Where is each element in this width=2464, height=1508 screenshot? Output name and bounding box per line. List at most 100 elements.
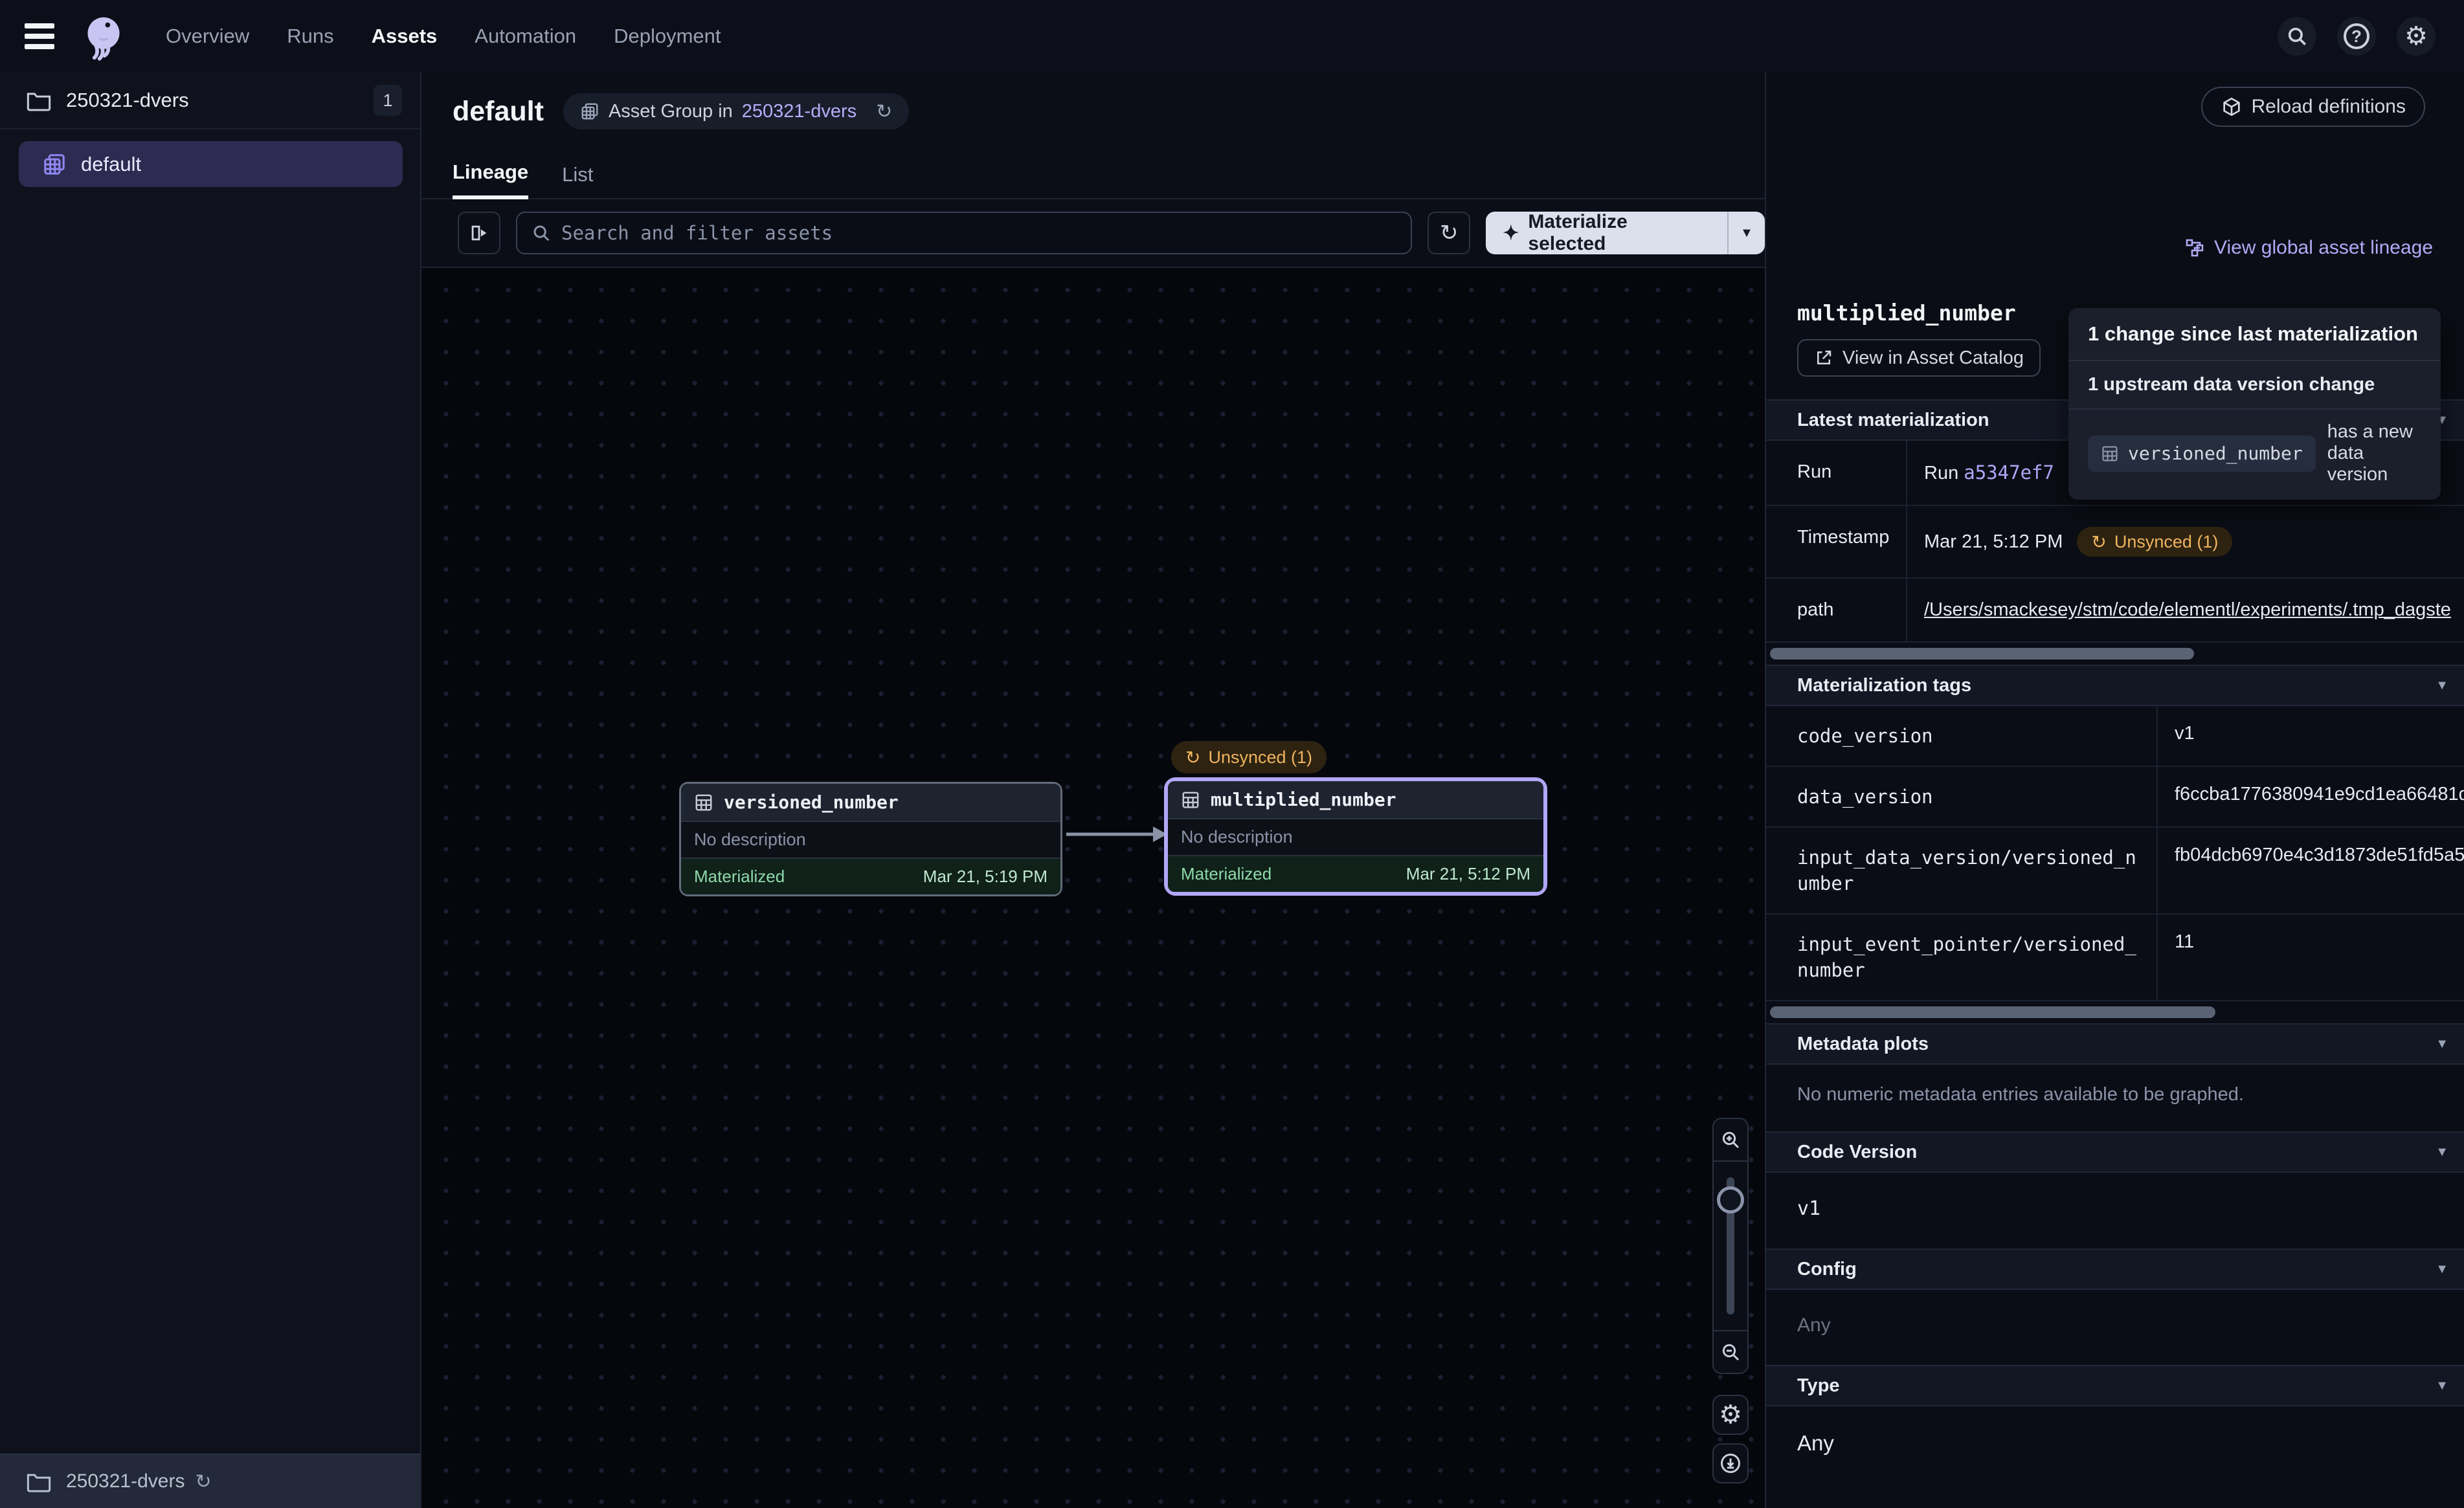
section-code-version[interactable]: Code Version ▼ (1766, 1131, 2464, 1173)
view-global-asset-lineage-link[interactable]: View global asset lineage (2184, 237, 2433, 259)
table-row: code_version v1 (1766, 706, 2464, 767)
asset-detail-panel: Reload definitions View global asset lin… (1765, 72, 2464, 1508)
materialize-split-button: ✦ Materialize selected ▼ (1486, 212, 1765, 254)
folder-icon (26, 1470, 52, 1492)
zoom-controls (1712, 1118, 1749, 1374)
asset-groups-sidebar: 250321-dvers 1 default 250321-dvers ↻ (0, 72, 421, 1508)
help-icon[interactable]: ? (2337, 17, 2376, 56)
table-icon (1181, 790, 1200, 810)
badge-prefix: Asset Group in (609, 101, 733, 122)
row-value: v1 (2158, 706, 2464, 766)
nav-overview[interactable]: Overview (166, 25, 249, 48)
node-description: No description (1168, 819, 1543, 856)
section-title: Config (1797, 1259, 1857, 1280)
section-title: Type (1797, 1375, 1840, 1397)
node-status: Materialized (694, 867, 785, 887)
caret-down-icon: ▼ (1740, 226, 1753, 241)
view-global-asset-lineage-label: View global asset lineage (2214, 237, 2433, 259)
collapse-panel-icon[interactable] (458, 212, 500, 254)
section-config[interactable]: Config ▼ (1766, 1248, 2464, 1290)
path-link[interactable]: /Users/smackesey/stm/code/elementl/exper… (1924, 599, 2451, 620)
sidebar-group-count-badge: 1 (374, 85, 402, 116)
refresh-glyph: ↻ (1440, 220, 1459, 246)
asset-node-versioned-number[interactable]: versioned_number No description Material… (679, 782, 1062, 896)
section-type[interactable]: Type ▼ (1766, 1365, 2464, 1406)
code-version-value: v1 (1766, 1173, 2464, 1248)
table-row: Timestamp Mar 21, 5:12 PM ↻ Unsynced (1) (1766, 506, 2464, 579)
horizontal-scrollbar (1766, 1001, 2464, 1023)
changes-tooltip: 1 change since last materialization 1 up… (2068, 308, 2441, 500)
sidebar-footer: 250321-dvers ↻ (0, 1454, 420, 1508)
node-status-row: Materialized Mar 21, 5:12 PM (1168, 856, 1543, 892)
section-title: Materialization tags (1797, 675, 1971, 696)
sync-icon: ↻ (2091, 531, 2106, 553)
node-timestamp: Mar 21, 5:19 PM (923, 867, 1047, 887)
topnav-actions: ? ⚙ (2278, 17, 2436, 56)
sparkle-icon: ✦ (1503, 222, 1519, 245)
row-key: input_event_pointer/versioned_number (1766, 915, 2158, 1000)
question-glyph: ? (2344, 23, 2369, 49)
nav-automation[interactable]: Automation (475, 25, 576, 48)
section-materialization-tags[interactable]: Materialization tags ▼ (1766, 665, 2464, 706)
view-in-asset-catalog-button[interactable]: View in Asset Catalog (1797, 339, 2041, 377)
graph-settings-gear-icon[interactable]: ⚙ (1712, 1395, 1749, 1435)
nav-deployment[interactable]: Deployment (614, 25, 721, 48)
sidebar-group-label: 250321-dvers (66, 89, 189, 112)
run-text: Run (1924, 463, 1958, 483)
row-key: Timestamp (1766, 506, 1907, 577)
nav-assets[interactable]: Assets (372, 25, 438, 48)
chevron-down-icon: ▼ (2436, 1145, 2448, 1160)
zoom-in-icon[interactable] (1714, 1119, 1747, 1162)
lineage-toolbar: ↻ ✦ Materialize selected ▼ (421, 199, 1765, 268)
unsynced-badge: ↻ Unsynced (1) (2077, 527, 2232, 557)
materialize-dropdown-button[interactable]: ▼ (1727, 212, 1765, 254)
menu-icon[interactable] (25, 23, 54, 49)
run-id-link[interactable]: a5347ef7 (1964, 461, 2054, 483)
gear-glyph: ⚙ (1719, 1402, 1742, 1428)
table-row: input_event_pointer/versioned_number 11 (1766, 915, 2464, 1001)
sidebar-group-row[interactable]: 250321-dvers 1 (0, 72, 420, 129)
refresh-graph-icon[interactable]: ↻ (1428, 212, 1470, 254)
sidebar-item-label: default (81, 153, 141, 176)
asset-group-icon (580, 102, 599, 121)
section-title: Code Version (1797, 1142, 1917, 1163)
reload-definitions-button[interactable]: Reload definitions (2201, 87, 2426, 127)
zoom-out-icon[interactable] (1714, 1330, 1747, 1373)
node-description: No description (681, 822, 1060, 859)
view-tabs: Lineage List (421, 150, 1765, 199)
scrollbar-thumb[interactable] (1770, 1006, 2215, 1018)
row-key: path (1766, 579, 1907, 641)
tab-lineage[interactable]: Lineage (453, 161, 528, 199)
refresh-icon[interactable]: ↻ (195, 1470, 211, 1493)
nav-runs[interactable]: Runs (287, 25, 333, 48)
settings-gear-icon[interactable]: ⚙ (2397, 17, 2436, 56)
timestamp-value: Mar 21, 5:12 PM (1924, 531, 2063, 553)
row-value: Mar 21, 5:12 PM ↻ Unsynced (1) (1907, 506, 2464, 577)
page-header: default Asset Group in 250321-dvers ↻ (421, 72, 1765, 150)
row-key: input_data_version/versioned_number (1766, 828, 2158, 913)
chevron-down-icon: ▼ (2436, 1037, 2448, 1052)
row-value: f6ccba1776380941e9cd1ea66481d (2158, 767, 2464, 826)
reload-cube-icon (2221, 96, 2243, 118)
asset-node-multiplied-number[interactable]: multiplied_number No description Materia… (1164, 777, 1547, 896)
scrollbar-thumb[interactable] (1770, 648, 2194, 660)
table-row: data_version f6ccba1776380941e9cd1ea6648… (1766, 767, 2464, 828)
zoom-slider-thumb[interactable] (1717, 1186, 1744, 1214)
asset-pill-label: versioned_number (2128, 443, 2303, 464)
search-icon[interactable] (2278, 17, 2316, 56)
sidebar-item-default[interactable]: default (19, 141, 403, 187)
dagster-logo-icon[interactable] (79, 12, 128, 61)
panel-sections: Latest materialization ▼ Run Run a5347ef… (1766, 399, 2464, 1484)
asset-pill[interactable]: versioned_number (2088, 436, 2316, 472)
folder-icon (26, 89, 52, 111)
materialize-label: Materialize selected (1528, 211, 1710, 255)
table-icon (694, 793, 713, 812)
refresh-icon[interactable]: ↻ (876, 100, 892, 123)
badge-group-link[interactable]: 250321-dvers (742, 101, 857, 122)
download-icon[interactable] (1712, 1443, 1749, 1483)
section-metadata-plots[interactable]: Metadata plots ▼ (1766, 1023, 2464, 1065)
search-input[interactable] (561, 222, 1396, 244)
tooltip-body: versioned_number has a new data version (2068, 410, 2441, 500)
tab-list[interactable]: List (562, 163, 593, 198)
materialize-button[interactable]: ✦ Materialize selected (1486, 211, 1727, 255)
